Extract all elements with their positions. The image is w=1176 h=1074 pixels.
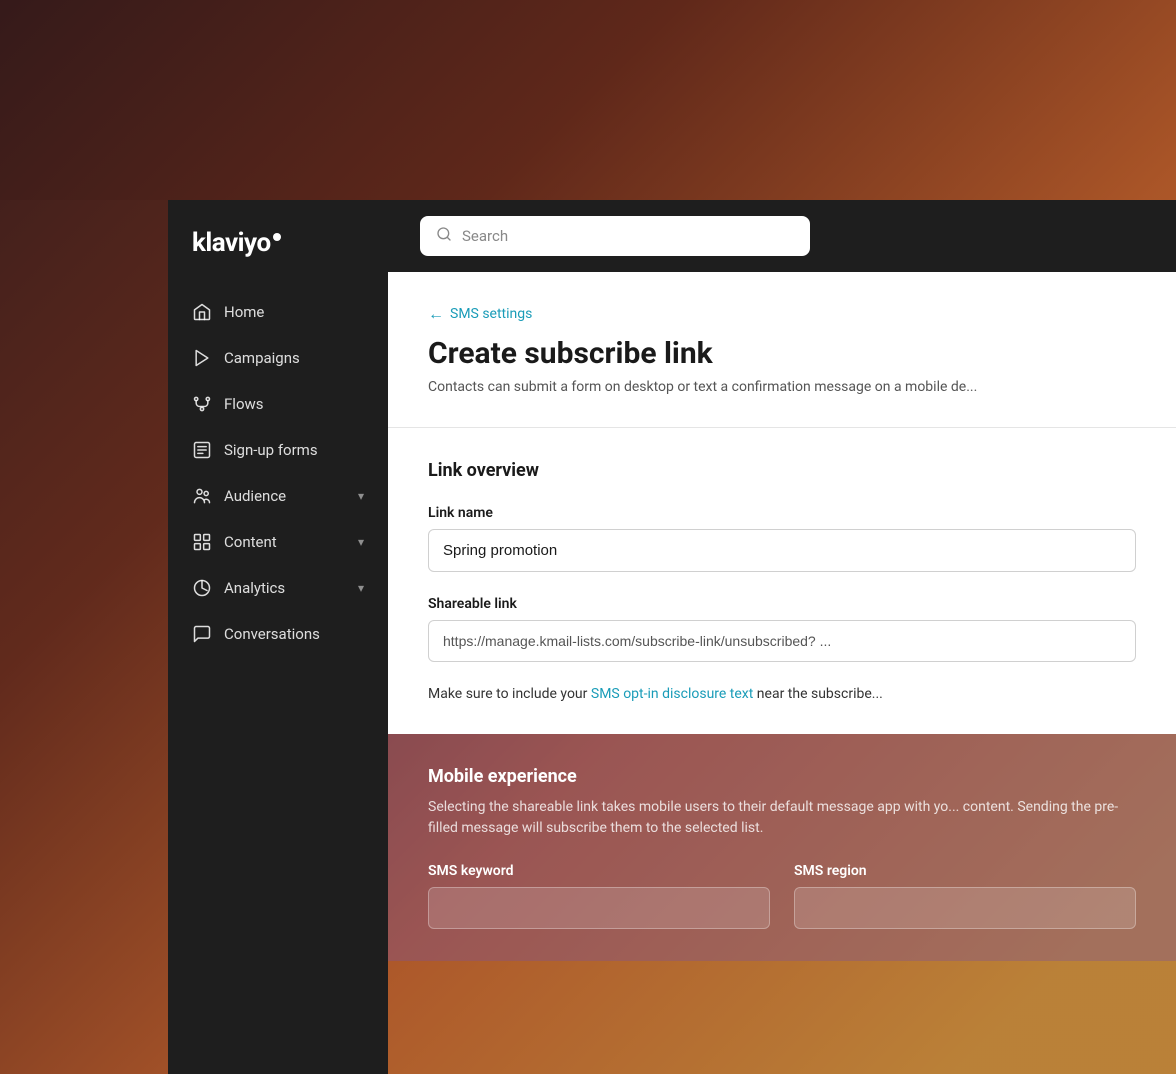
sidebar-item-conversations-label: Conversations <box>224 625 320 643</box>
sidebar-nav: Home Campaigns Flows Sign-up forms <box>168 290 388 1074</box>
sidebar-item-flows-label: Flows <box>224 395 264 413</box>
mobile-fields-row: SMS keyword SMS region <box>428 863 1136 929</box>
sidebar-item-conversations[interactable]: Conversations <box>176 612 380 656</box>
search-icon <box>436 226 452 246</box>
conversations-icon <box>192 624 212 644</box>
sidebar-item-content-label: Content <box>224 533 277 551</box>
link-overview-card: Link overview Link name Shareable link M… <box>388 428 1176 734</box>
sidebar-item-audience-label: Audience <box>224 487 286 505</box>
search-placeholder-text: Search <box>462 227 508 245</box>
disclosure-text: Make sure to include your SMS opt-in dis… <box>428 686 1136 702</box>
analytics-icon <box>192 578 212 598</box>
forms-icon <box>192 440 212 460</box>
sms-disclosure-link[interactable]: SMS opt-in disclosure text <box>591 686 753 702</box>
audience-icon <box>192 486 212 506</box>
content-chevron: ▾ <box>358 535 364 549</box>
sidebar-item-analytics[interactable]: Analytics ▾ <box>176 566 380 610</box>
home-icon <box>192 302 212 322</box>
sidebar-item-analytics-label: Analytics <box>224 579 285 597</box>
link-name-label: Link name <box>428 505 1136 521</box>
disclosure-suffix: near the subscribe... <box>753 686 883 702</box>
shareable-link-input[interactable] <box>428 620 1136 662</box>
sidebar-item-signup-forms[interactable]: Sign-up forms <box>176 428 380 472</box>
sms-settings-back-link[interactable]: ← SMS settings <box>428 304 1136 324</box>
page-title: Create subscribe link <box>428 336 1136 371</box>
shareable-link-group: Shareable link <box>428 596 1136 662</box>
mobile-experience-card: Mobile experience Selecting the shareabl… <box>388 734 1176 961</box>
campaigns-icon <box>192 348 212 368</box>
page-subtitle: Contacts can submit a form on desktop or… <box>428 379 1136 395</box>
sidebar-item-content[interactable]: Content ▾ <box>176 520 380 564</box>
shareable-link-label: Shareable link <box>428 596 1136 612</box>
sidebar-item-campaigns-label: Campaigns <box>224 349 300 367</box>
back-arrow-icon: ← <box>428 304 444 324</box>
sidebar-item-home[interactable]: Home <box>176 290 380 334</box>
audience-chevron: ▾ <box>358 489 364 503</box>
flows-icon <box>192 394 212 414</box>
page-header-card: ← SMS settings Create subscribe link Con… <box>388 272 1176 428</box>
header-area: Search <box>388 200 1176 272</box>
app-window: klaviyo Home Campaigns Flows <box>168 200 1176 1074</box>
link-overview-title: Link overview <box>428 460 1136 481</box>
sidebar-item-home-label: Home <box>224 303 264 321</box>
link-name-input[interactable] <box>428 529 1136 572</box>
sms-keyword-input[interactable] <box>428 887 770 929</box>
sidebar-item-flows[interactable]: Flows <box>176 382 380 426</box>
sidebar-item-audience[interactable]: Audience ▾ <box>176 474 380 518</box>
link-name-group: Link name <box>428 505 1136 572</box>
sms-region-label: SMS region <box>794 863 1136 879</box>
search-bar[interactable]: Search <box>420 216 810 256</box>
sms-keyword-field: SMS keyword <box>428 863 770 929</box>
sms-keyword-label: SMS keyword <box>428 863 770 879</box>
sms-region-input[interactable] <box>794 887 1136 929</box>
analytics-chevron: ▾ <box>358 581 364 595</box>
back-link-label: SMS settings <box>450 306 532 322</box>
sidebar-item-signup-forms-label: Sign-up forms <box>224 441 318 459</box>
content-icon <box>192 532 212 552</box>
sidebar-logo: klaviyo <box>168 200 388 290</box>
mobile-experience-description: Selecting the shareable link takes mobil… <box>428 797 1136 839</box>
sidebar: klaviyo Home Campaigns Flows <box>168 200 388 1074</box>
app-logo: klaviyo <box>192 228 281 258</box>
sidebar-item-campaigns[interactable]: Campaigns <box>176 336 380 380</box>
mobile-experience-title: Mobile experience <box>428 766 1136 787</box>
sms-region-field: SMS region <box>794 863 1136 929</box>
disclosure-prefix: Make sure to include your <box>428 686 591 702</box>
main-content: ← SMS settings Create subscribe link Con… <box>388 272 1176 1074</box>
